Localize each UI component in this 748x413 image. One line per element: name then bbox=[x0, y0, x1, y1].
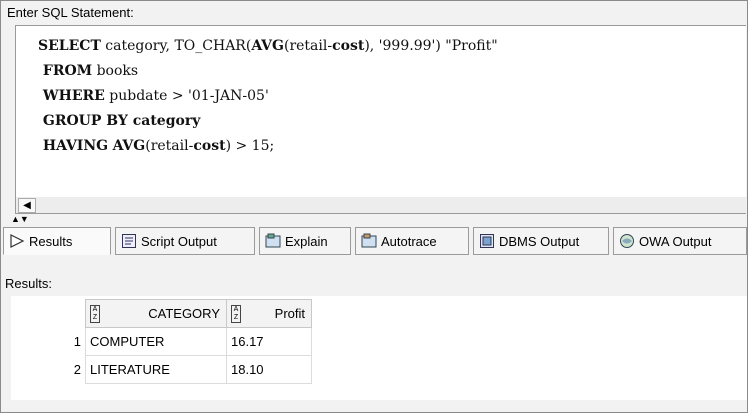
sql-keyword: HAVING bbox=[38, 138, 109, 154]
column-header-label: CATEGORY bbox=[148, 306, 220, 321]
tab-dbms-output[interactable]: DBMS Output bbox=[473, 227, 609, 255]
explain-icon bbox=[265, 233, 281, 248]
profit-cell[interactable]: 16.17 bbox=[226, 327, 312, 356]
output-tabs: Results Script Output Explain Autotrace … bbox=[3, 227, 747, 257]
sql-text: TO_CHAR( bbox=[174, 38, 252, 54]
tab-label: Results bbox=[29, 233, 73, 249]
script-icon bbox=[122, 234, 136, 248]
sql-keyword: cost bbox=[332, 38, 365, 54]
sql-keyword: FROM bbox=[38, 63, 93, 79]
row-number-header bbox=[13, 300, 86, 328]
sql-keyword: cost bbox=[193, 138, 226, 154]
sql-line[interactable]: FROM books bbox=[38, 59, 498, 84]
sql-line[interactable]: HAVING AVG(retail-cost) > 15; bbox=[38, 134, 498, 159]
table-row[interactable]: 2 LITERATURE 18.10 bbox=[13, 355, 312, 384]
sql-text: (retail- bbox=[283, 38, 333, 54]
sql-text: ) > 15; bbox=[225, 138, 275, 154]
owa-icon bbox=[620, 234, 634, 248]
row-number: 2 bbox=[73, 362, 81, 377]
scroll-left-icon[interactable]: ◀ bbox=[18, 198, 36, 213]
table-row[interactable]: 1 COMPUTER 16.17 bbox=[13, 327, 312, 356]
editor-label: Enter SQL Statement: bbox=[7, 5, 134, 20]
autotrace-icon bbox=[361, 233, 377, 248]
play-icon bbox=[10, 234, 25, 248]
tab-script-output[interactable]: Script Output bbox=[115, 227, 255, 255]
sql-keyword: AVG bbox=[251, 38, 284, 54]
table-header-row: AZ CATEGORY AZ Profit bbox=[13, 299, 312, 328]
sql-keyword: GROUP BY category bbox=[38, 113, 201, 129]
results-table: AZ CATEGORY AZ Profit 1 COMPUTER 16.17 2… bbox=[13, 299, 312, 384]
sql-text: pubdate > '01-JAN-05' bbox=[104, 88, 269, 104]
splitter[interactable]: ▲▼ bbox=[5, 215, 745, 224]
column-header-label: Profit bbox=[274, 306, 305, 321]
tab-label: DBMS Output bbox=[499, 233, 580, 249]
tab-owa-output[interactable]: OWA Output bbox=[613, 227, 747, 255]
row-number: 1 bbox=[73, 334, 81, 349]
horizontal-scrollbar[interactable]: ◀ bbox=[15, 197, 746, 214]
sql-text: books bbox=[92, 63, 139, 79]
splitter-arrows-icon[interactable]: ▲▼ bbox=[11, 215, 29, 224]
sql-keyword: AVG bbox=[112, 138, 146, 154]
sql-line[interactable]: WHERE pubdate > '01-JAN-05' bbox=[38, 84, 498, 109]
sort-icon[interactable]: AZ bbox=[90, 304, 100, 323]
sort-icon[interactable]: AZ bbox=[231, 304, 241, 323]
tab-label: Autotrace bbox=[381, 233, 437, 249]
tab-explain[interactable]: Explain bbox=[259, 227, 351, 255]
sql-keyword: SELECT bbox=[38, 38, 101, 54]
sql-line[interactable]: GROUP BY category bbox=[38, 109, 498, 134]
column-header-category[interactable]: AZ CATEGORY bbox=[85, 299, 227, 328]
dbms-icon bbox=[480, 234, 494, 248]
results-label: Results: bbox=[5, 276, 52, 291]
profit-cell[interactable]: 18.10 bbox=[226, 355, 312, 384]
sql-text: category, bbox=[100, 38, 175, 54]
sql-keyword: WHERE bbox=[38, 88, 105, 104]
category-cell[interactable]: COMPUTER bbox=[85, 327, 227, 356]
sql-text: (retail- bbox=[145, 138, 194, 154]
sql-code[interactable]: SELECT category, TO_CHAR(AVG(retail-cost… bbox=[38, 34, 498, 159]
sql-line[interactable]: SELECT category, TO_CHAR(AVG(retail-cost… bbox=[38, 34, 498, 59]
sql-editor[interactable]: SELECT category, TO_CHAR(AVG(retail-cost… bbox=[15, 25, 746, 199]
category-cell[interactable]: LITERATURE bbox=[85, 355, 227, 384]
column-header-profit[interactable]: AZ Profit bbox=[226, 299, 312, 328]
tab-label: Script Output bbox=[141, 233, 217, 249]
sql-text: ), '999.99') "Profit" bbox=[364, 38, 498, 54]
tab-autotrace[interactable]: Autotrace bbox=[355, 227, 469, 255]
tab-results[interactable]: Results bbox=[3, 227, 111, 255]
tab-label: OWA Output bbox=[639, 233, 712, 249]
tab-label: Explain bbox=[285, 233, 328, 249]
sql-worksheet: Enter SQL Statement: SELECT category, TO… bbox=[0, 0, 748, 413]
